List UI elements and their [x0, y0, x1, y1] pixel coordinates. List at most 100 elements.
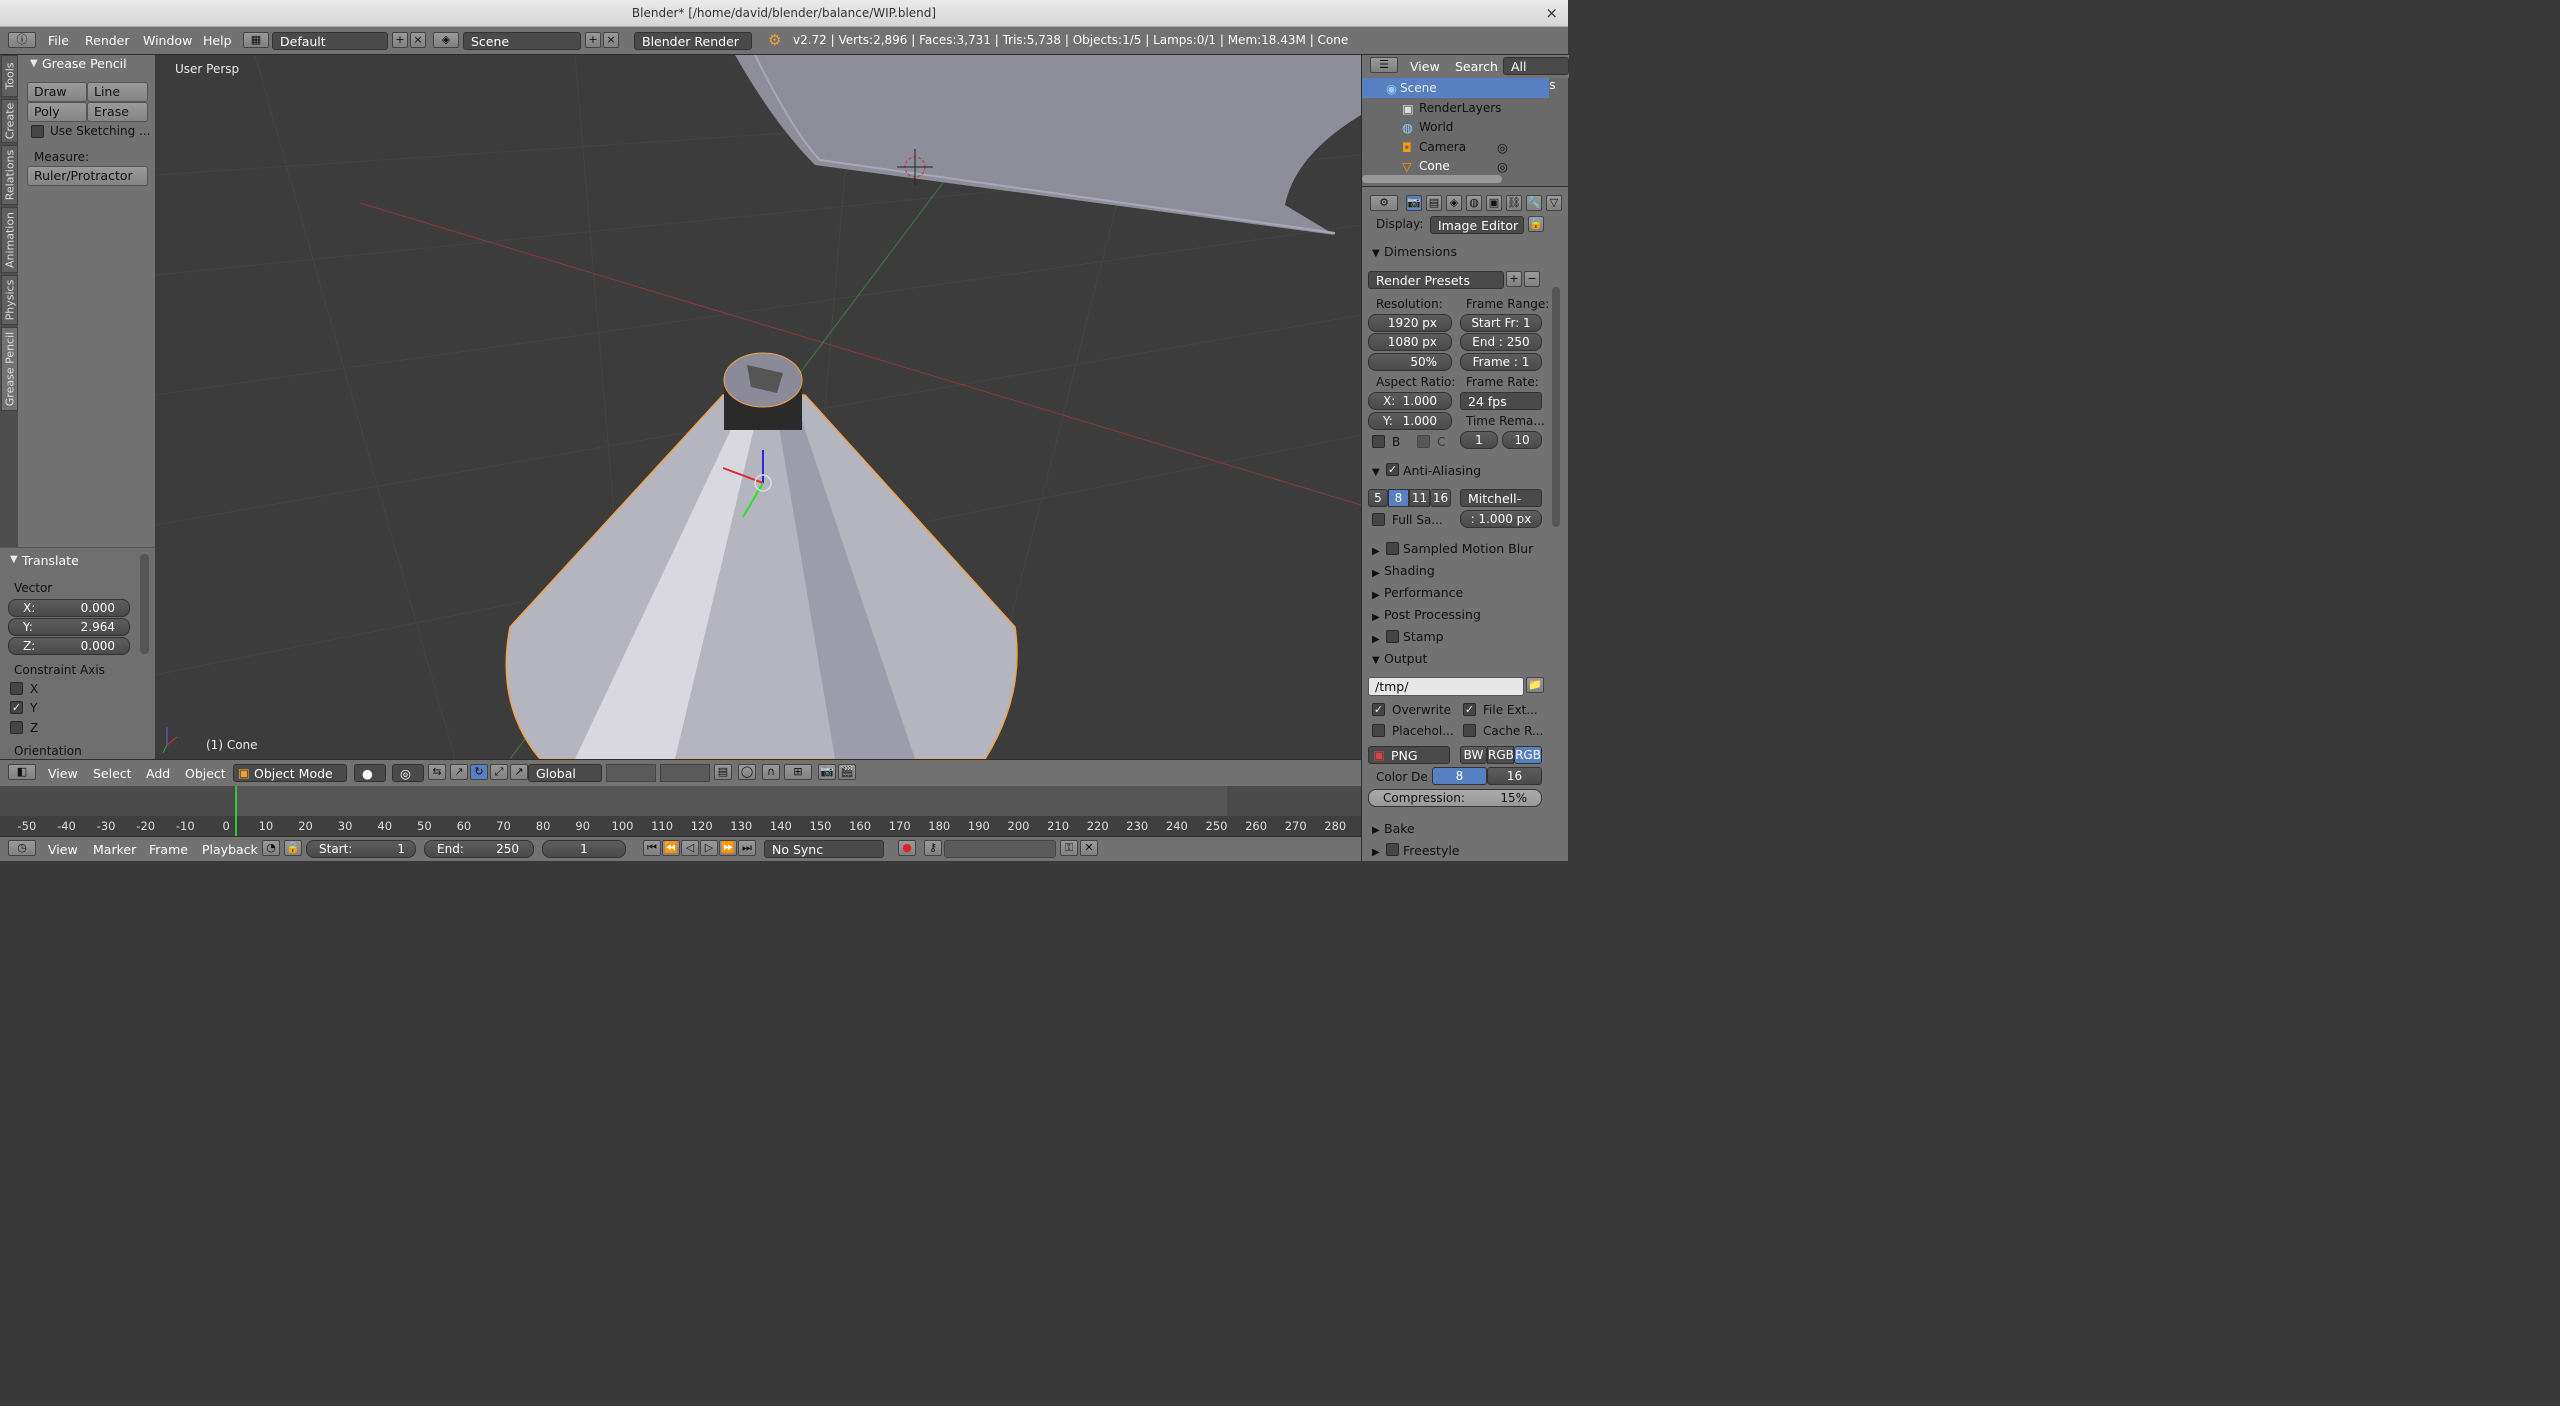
panel-header[interactable]: Stamp	[1403, 629, 1444, 644]
current-frame-indicator[interactable]	[235, 786, 237, 836]
tab-animation[interactable]: Animation	[1, 207, 18, 273]
panel-header[interactable]: Performance	[1384, 585, 1463, 600]
use-sketching-checkbox[interactable]	[31, 125, 44, 138]
preview-range-icon[interactable]: ◔	[262, 840, 280, 856]
outliner-scrollbar[interactable]	[1362, 175, 1502, 183]
properties-scrollbar[interactable]	[1552, 287, 1560, 527]
freestyle-header[interactable]: Freestyle	[1403, 843, 1460, 858]
remove-preset-icon[interactable]: −	[1524, 271, 1540, 287]
menu-select[interactable]: Select	[93, 766, 132, 781]
scene-tab-icon[interactable]: ◈	[1446, 195, 1462, 211]
panel-expand-icon[interactable]: ▶	[1372, 568, 1380, 579]
lock-interface-icon[interactable]: 🔓	[1528, 216, 1544, 232]
render-engine-selector[interactable]: Blender Render	[634, 32, 752, 50]
tab-tools[interactable]: Tools	[1, 55, 18, 97]
render-animation-icon[interactable]: 🎬	[838, 764, 856, 780]
full-sample-checkbox[interactable]	[1372, 513, 1385, 526]
menu-marker[interactable]: Marker	[93, 842, 136, 857]
menu-playback[interactable]: Playback	[202, 842, 258, 857]
scene-selector[interactable]: Scene	[463, 32, 581, 50]
object-tab-icon[interactable]: ▣	[1486, 195, 1502, 211]
keying-set-icon[interactable]: ⚷	[924, 840, 942, 856]
layout-selector[interactable]: Default	[272, 32, 388, 50]
lock-camera-icon[interactable]: ▤	[714, 764, 732, 780]
render-still-icon[interactable]: 📷	[818, 764, 836, 780]
vector-x-field[interactable]: X: 0.000	[8, 599, 130, 617]
close-window-icon[interactable]: ×	[1545, 0, 1558, 27]
aspect-y-field[interactable]: Y: 1.000	[1368, 412, 1452, 430]
file-extensions-checkbox[interactable]: ✓	[1463, 703, 1476, 716]
current-frame-field[interactable]: 1	[542, 840, 626, 858]
scene-icon[interactable]: ◈	[433, 32, 459, 48]
insert-keyframe-icon[interactable]: ⚿	[1060, 840, 1078, 856]
outliner-item-cone[interactable]: Cone	[1419, 159, 1450, 173]
remap-new-field[interactable]: 10	[1502, 431, 1542, 449]
tab-physics[interactable]: Physics	[1, 275, 18, 325]
menu-window[interactable]: Window	[143, 33, 192, 48]
keying-set-field[interactable]	[944, 840, 1056, 858]
menu-timeline-view[interactable]: View	[48, 842, 78, 857]
rotate-manipulator-icon[interactable]: ↻	[470, 764, 488, 780]
aa-filter-selector[interactable]: Mitchell-N...	[1460, 489, 1542, 524]
3d-viewport[interactable]: User Persp (1) Cone	[155, 55, 1361, 759]
delete-keyframe-icon[interactable]: ✕	[1080, 840, 1098, 856]
output-path-field[interactable]: /tmp/	[1368, 677, 1524, 696]
aa-samples-5[interactable]: 5	[1368, 489, 1388, 507]
color-depth-8[interactable]: 8	[1432, 767, 1487, 785]
ruler-protractor-button[interactable]: Ruler/Protractor	[27, 166, 148, 186]
snap-element-icon[interactable]: ⊞	[784, 764, 812, 780]
modifiers-tab-icon[interactable]: 🔧	[1526, 195, 1542, 211]
auto-keyframe-icon[interactable]: ●	[898, 840, 916, 856]
tab-relations[interactable]: Relations	[1, 145, 18, 205]
panel-enable-checkbox[interactable]	[1386, 630, 1399, 643]
freestyle-checkbox[interactable]	[1386, 843, 1399, 856]
cone-object[interactable]	[505, 394, 1018, 759]
menu-render[interactable]: Render	[85, 33, 130, 48]
aa-samples-16[interactable]: 16	[1430, 489, 1451, 507]
snap-icon[interactable]: ∩	[762, 764, 780, 780]
add-layout-icon[interactable]: +	[392, 32, 408, 48]
vector-z-field[interactable]: Z: 0.000	[8, 637, 130, 655]
panel-collapse-icon[interactable]: ▼	[30, 58, 38, 69]
cone-visibility-eye-icon[interactable]: ◎	[1497, 159, 1508, 174]
menu-help[interactable]: Help	[203, 33, 232, 48]
transform-orientation-selector[interactable]: Global	[528, 764, 602, 782]
start-frame-prop-field[interactable]: Start Fr: 1	[1460, 314, 1542, 332]
render-presets-selector[interactable]: Render Presets	[1368, 271, 1504, 289]
outliner-item-scene[interactable]: Scene	[1400, 81, 1437, 95]
jump-keyframe-back-icon[interactable]: ⏪	[662, 840, 680, 856]
constraint-y-checkbox[interactable]: ✓	[10, 701, 23, 714]
outliner-item-renderlayers[interactable]: RenderLayers	[1419, 101, 1501, 115]
constraint-x-checkbox[interactable]	[10, 682, 23, 695]
object-mode-selector[interactable]: Object Mode	[233, 764, 347, 782]
cache-result-checkbox[interactable]	[1463, 724, 1476, 737]
add-scene-icon[interactable]: +	[585, 32, 601, 48]
outliner-item-world[interactable]: World	[1419, 120, 1453, 134]
aa-samples-11[interactable]: 11	[1409, 489, 1430, 507]
outliner-editor-type-icon[interactable]: ☰	[1370, 57, 1398, 73]
panel-enable-checkbox[interactable]	[1386, 542, 1399, 555]
menu-view[interactable]: View	[48, 766, 78, 781]
info-editor-type-icon[interactable]: ⓘ	[8, 32, 36, 48]
panel-collapse-icon[interactable]: ▼	[1372, 655, 1380, 666]
panel-expand-icon[interactable]: ▶	[1372, 612, 1380, 623]
outliner-item-camera[interactable]: Camera	[1419, 140, 1466, 154]
panel-expand-icon[interactable]: ▶	[1372, 847, 1380, 858]
overwrite-checkbox[interactable]: ✓	[1372, 703, 1385, 716]
start-frame-field[interactable]: Start: 1	[306, 840, 416, 858]
remove-layout-icon[interactable]: ×	[410, 32, 426, 48]
world-tab-icon[interactable]: ◍	[1466, 195, 1482, 211]
draw-button[interactable]: Draw	[27, 82, 87, 102]
color-mode-bw[interactable]: BW	[1460, 746, 1487, 764]
proportional-edit-icon[interactable]: ◯	[738, 764, 756, 780]
display-selector[interactable]: Image Editor	[1430, 216, 1524, 234]
panel-expand-icon[interactable]: ▶	[1372, 634, 1380, 645]
end-frame-field[interactable]: End: 250	[424, 840, 534, 858]
tab-create[interactable]: Create	[1, 99, 18, 143]
panel-expand-icon[interactable]: ▶	[1372, 825, 1380, 836]
screen-layout-icon[interactable]: ▦	[243, 32, 269, 48]
output-header[interactable]: Output	[1384, 651, 1427, 666]
frame-rate-selector[interactable]: 24 fps	[1460, 392, 1542, 410]
renderlayers-tab-icon[interactable]: ▤	[1426, 195, 1442, 211]
resolution-percentage-field[interactable]: 50%	[1368, 353, 1452, 371]
